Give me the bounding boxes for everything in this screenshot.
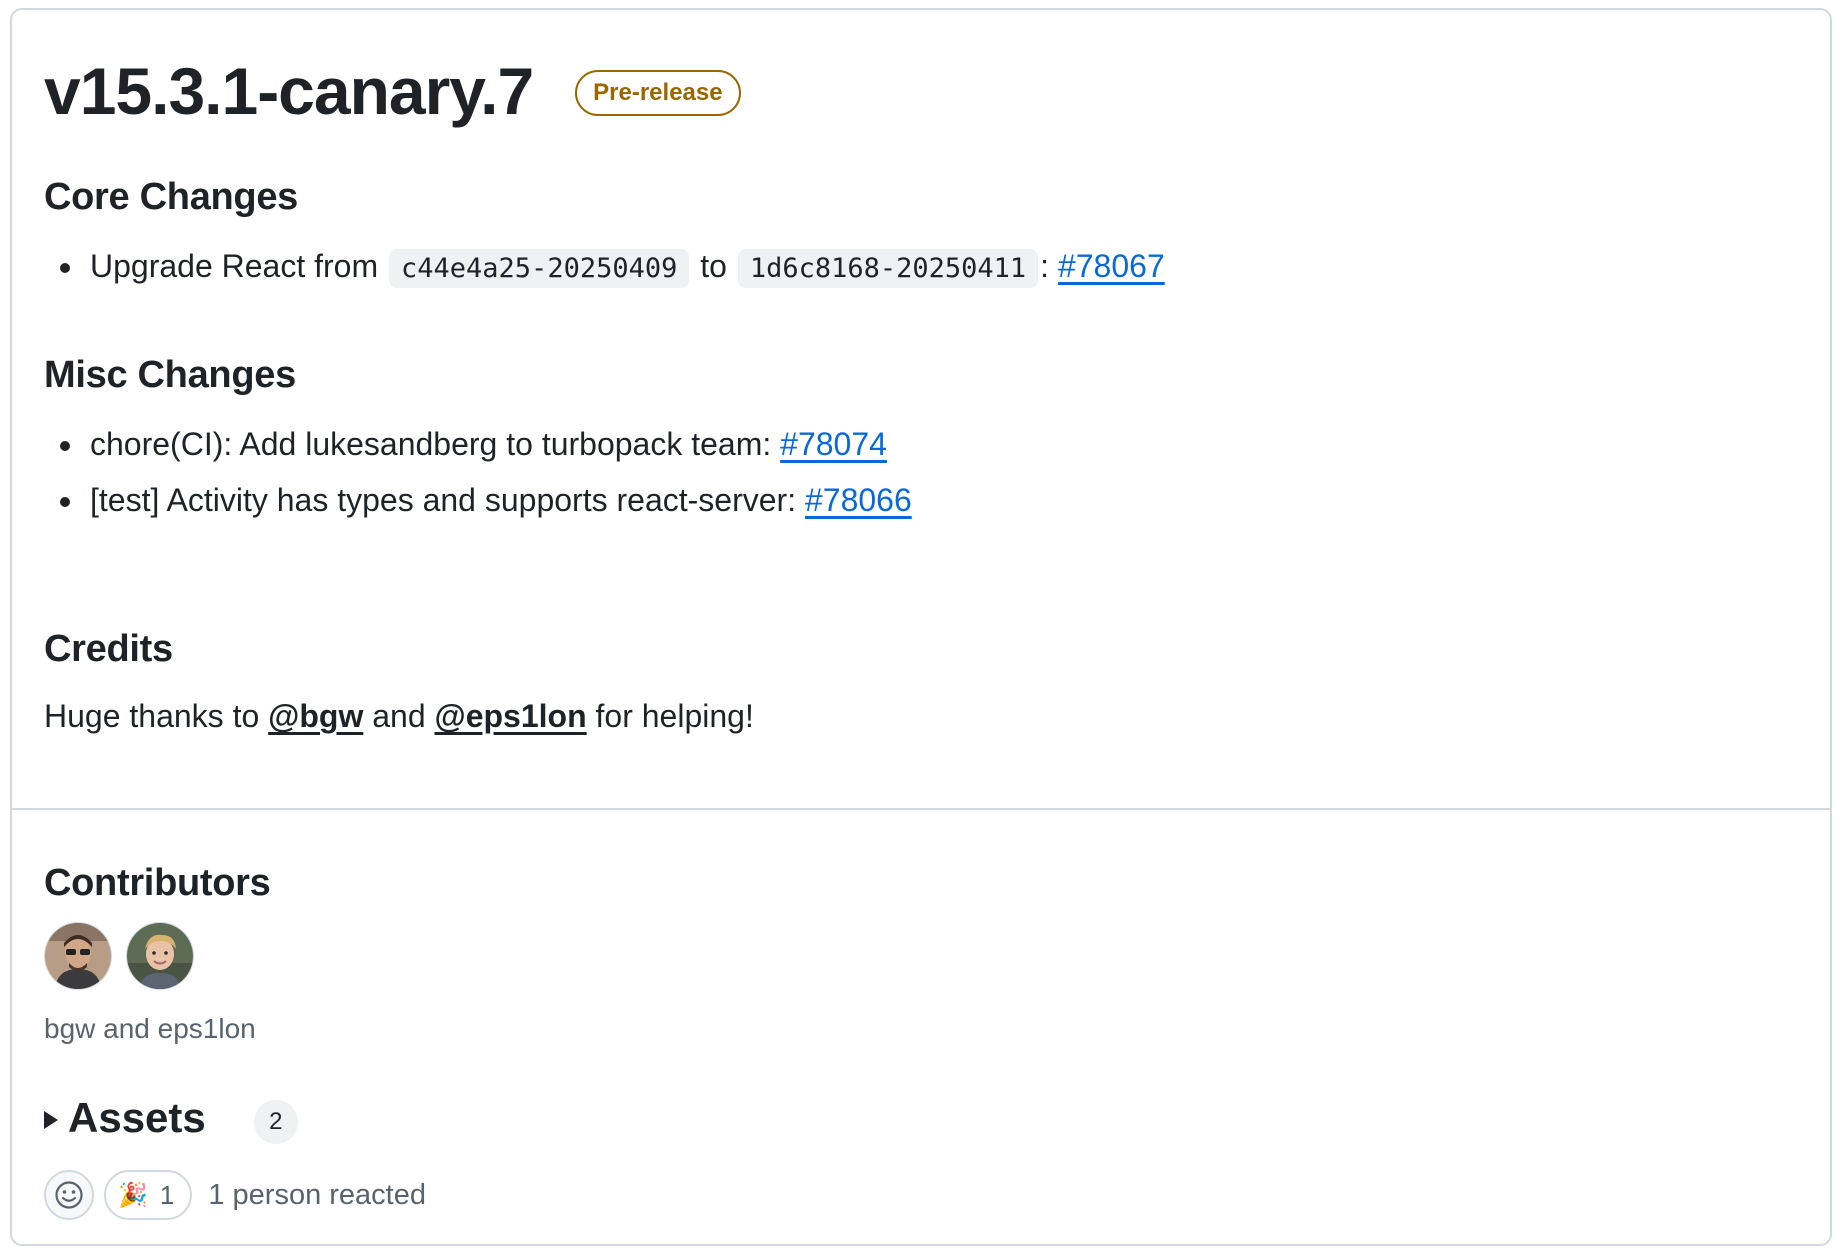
core-changes-list: Upgrade React from c44e4a25-20250409 to … (44, 238, 1165, 297)
pr-link[interactable]: #78074 (780, 426, 887, 462)
avatar[interactable] (126, 922, 194, 990)
item-text: [test] Activity has types and supports r… (90, 482, 797, 518)
list-item: [test] Activity has types and supports r… (86, 472, 912, 528)
reactions-bar: 🎉 1 1 person reacted (44, 1170, 426, 1220)
tada-reaction-button[interactable]: 🎉 1 (104, 1170, 193, 1220)
misc-changes-heading: Misc Changes (44, 354, 296, 396)
release-body: v15.3.1-canary.7 Pre-release Core Change… (12, 10, 1830, 810)
misc-changes-list: chore(CI): Add lukesandberg to turbopack… (44, 416, 912, 528)
item-text: chore(CI): Add lukesandberg to turbopack… (90, 426, 772, 462)
assets-count-badge: 2 (253, 1100, 298, 1144)
release-header: v15.3.1-canary.7 Pre-release (44, 58, 741, 124)
reaction-count: 1 (159, 1179, 175, 1210)
mention-eps1lon[interactable]: @eps1lon (435, 698, 587, 734)
avatar-eps1lon-image (127, 923, 193, 989)
list-item: chore(CI): Add lukesandberg to turbopack… (86, 416, 912, 472)
assets-label: Assets (68, 1094, 206, 1141)
credits-text: Huge thanks to @bgw and @eps1lon for hel… (44, 698, 754, 735)
core-changes-heading: Core Changes (44, 176, 299, 218)
commit-code: 1d6c8168-20250411 (737, 249, 1039, 288)
list-item: Upgrade React from c44e4a25-20250409 to … (86, 238, 1165, 297)
credits-heading: Credits (44, 628, 173, 670)
release-card: v15.3.1-canary.7 Pre-release Core Change… (10, 8, 1832, 1246)
pr-link[interactable]: #78067 (1058, 248, 1165, 284)
item-text: : (1040, 248, 1050, 284)
credits-suffix: for helping! (595, 698, 754, 734)
release-title[interactable]: v15.3.1-canary.7 (44, 58, 534, 124)
item-text: Upgrade React from (90, 248, 379, 284)
reaction-summary: 1 person reacted (208, 1178, 427, 1211)
triangle-right-icon (44, 1111, 58, 1129)
avatar-bgw-image (45, 923, 111, 989)
tada-icon: 🎉 (118, 1181, 148, 1209)
contributors-heading: Contributors (44, 862, 271, 904)
assets-toggle[interactable]: Assets 2 (44, 1092, 298, 1144)
contributor-avatars (44, 922, 194, 990)
credits-and: and (372, 698, 426, 734)
pre-release-badge: Pre-release (575, 70, 741, 116)
commit-code: c44e4a25-20250409 (389, 249, 690, 288)
item-text: to (700, 248, 727, 284)
smiley-icon (55, 1181, 83, 1209)
section-divider (12, 808, 1830, 810)
contributor-names: bgw and eps1lon (44, 1013, 256, 1044)
avatar[interactable] (44, 922, 112, 990)
mention-bgw[interactable]: @bgw (268, 698, 363, 734)
pr-link[interactable]: #78066 (805, 482, 912, 518)
add-reaction-button[interactable] (44, 1170, 94, 1220)
credits-prefix: Huge thanks to (44, 698, 260, 734)
